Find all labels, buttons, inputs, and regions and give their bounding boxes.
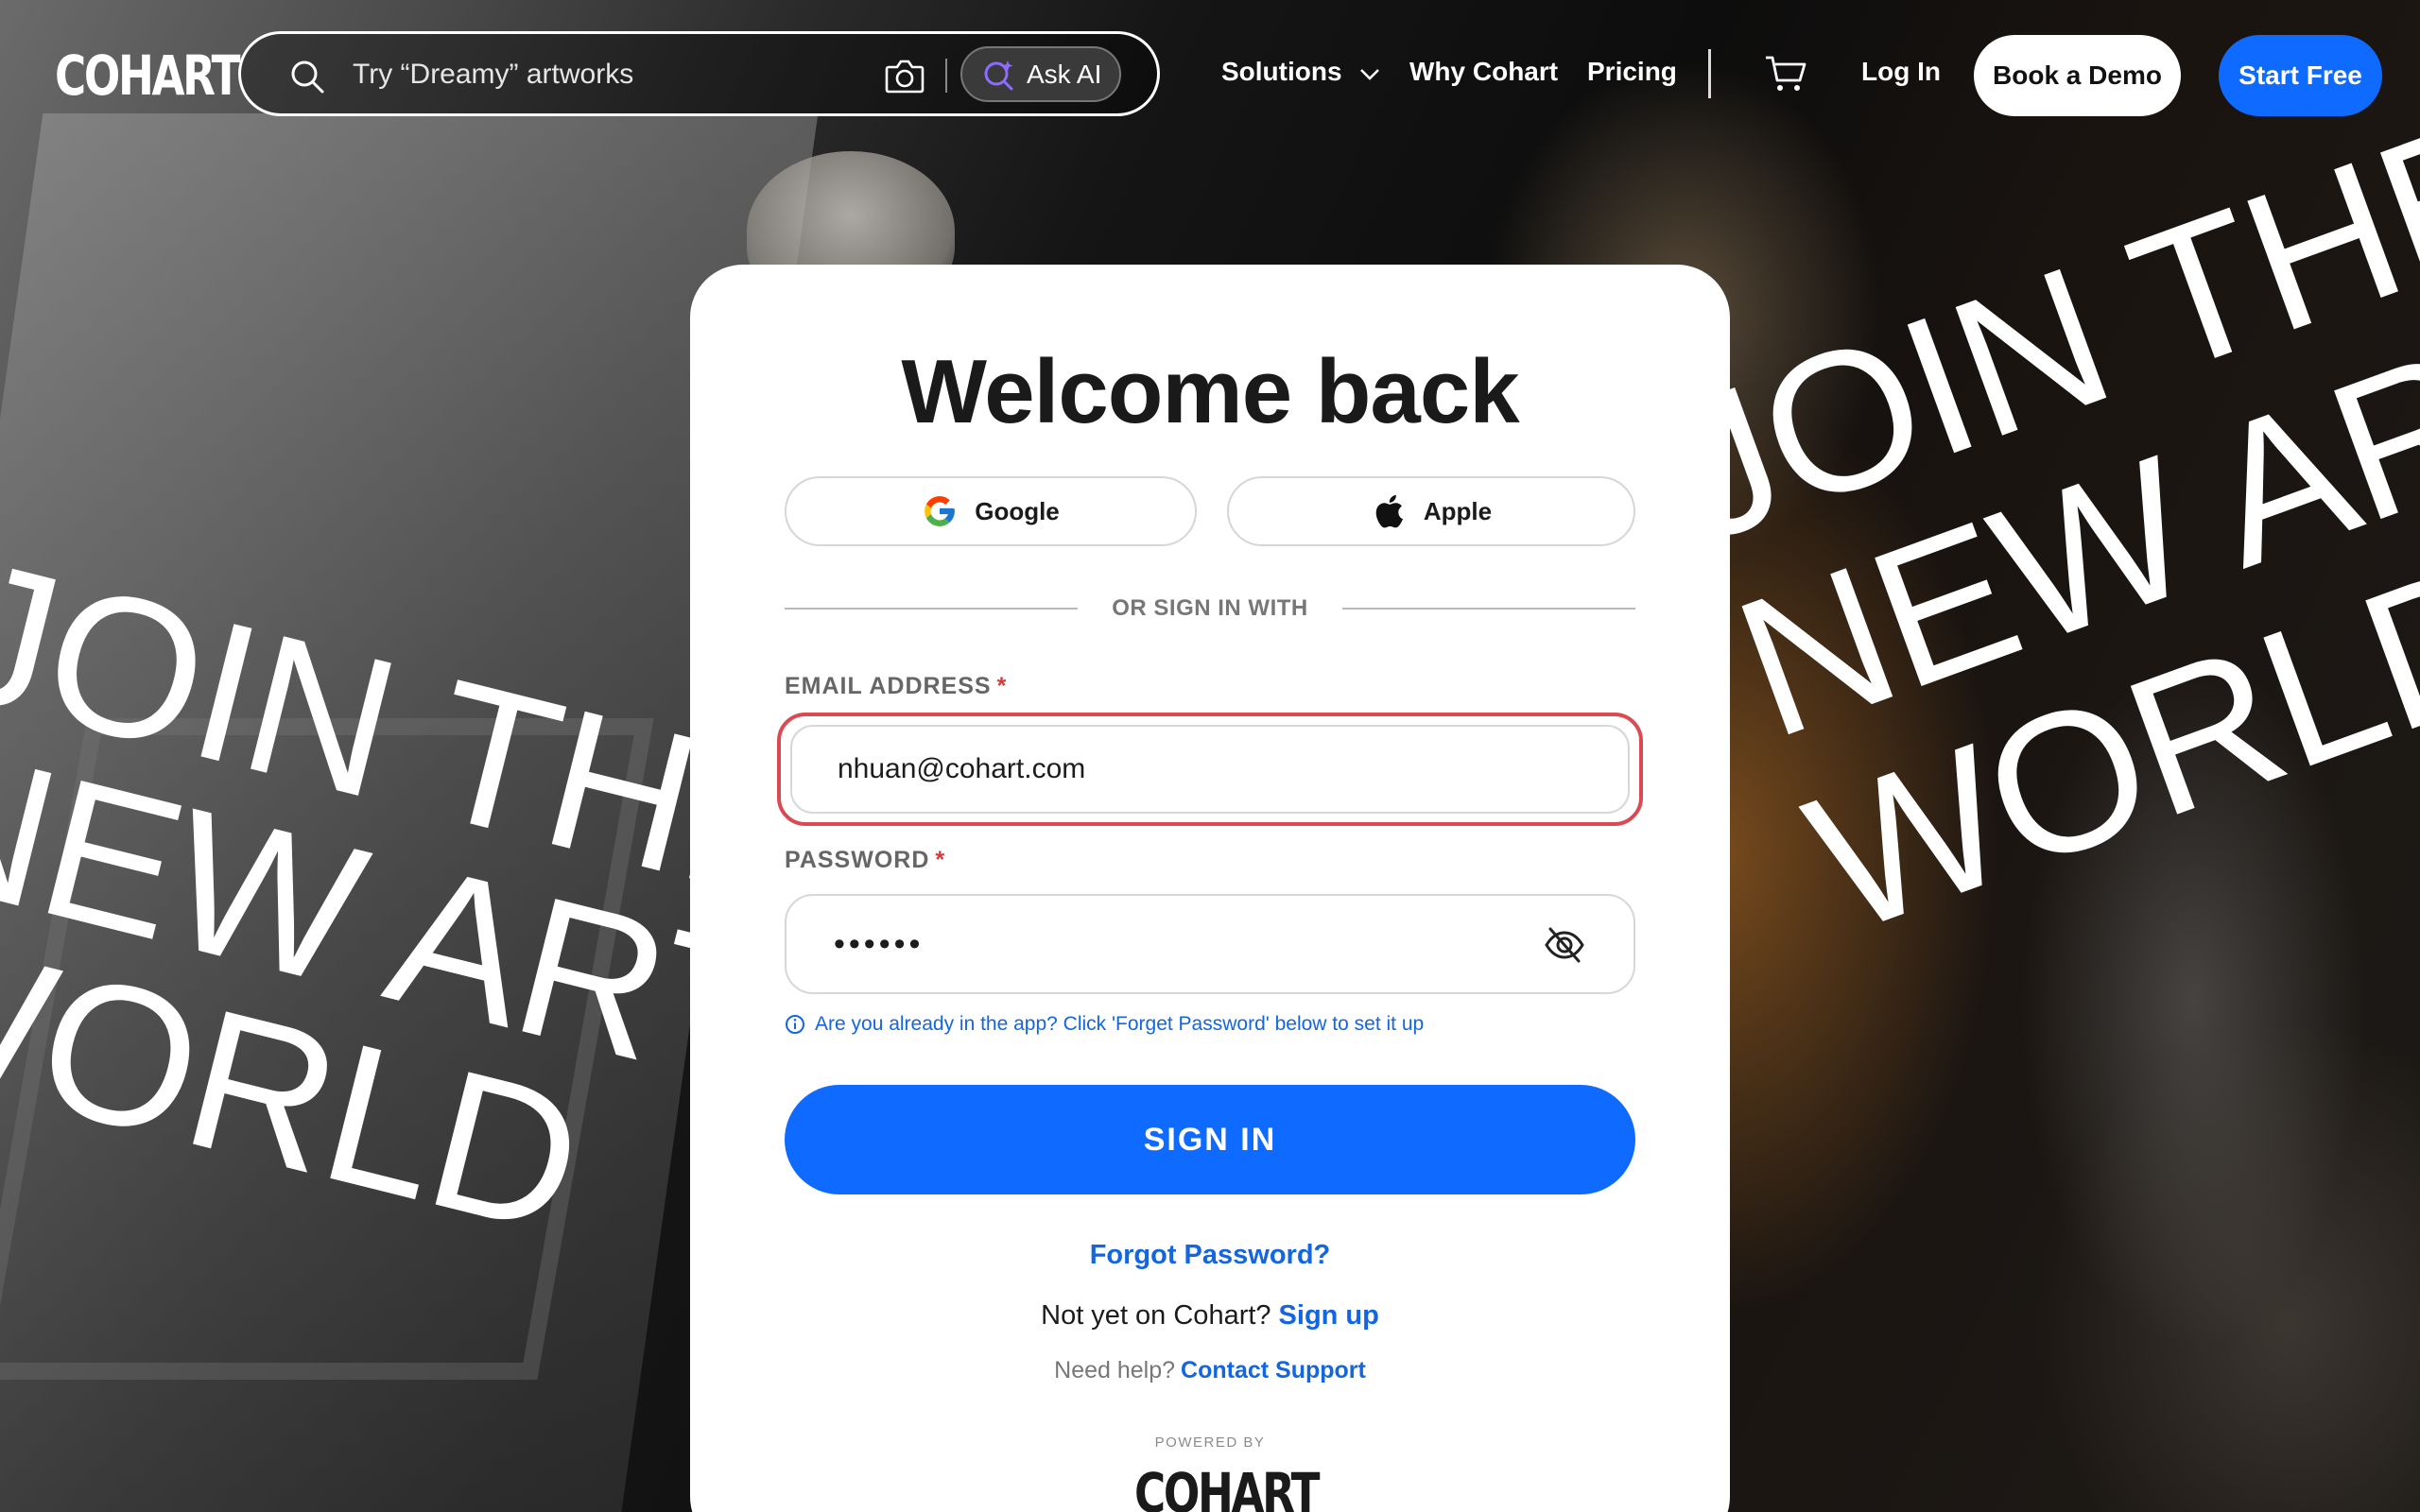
nav-divider (1708, 49, 1711, 98)
search-icon[interactable] (288, 58, 326, 95)
ask-ai-button[interactable]: Ask AI (960, 46, 1121, 102)
password-field[interactable] (785, 894, 1635, 994)
email-label-text: EMAIL ADDRESS (785, 673, 992, 699)
search-input[interactable] (353, 51, 958, 98)
chevron-down-icon (1360, 68, 1380, 80)
powered-by-label: POWERED BY (1154, 1435, 1266, 1451)
nav-solutions-label: Solutions (1221, 57, 1342, 86)
divider-line (785, 608, 1078, 610)
info-icon (786, 1015, 804, 1034)
google-icon (925, 496, 956, 526)
start-free-button[interactable]: Start Free (2219, 35, 2382, 116)
eye-off-icon[interactable] (1543, 923, 1586, 967)
google-signin-button[interactable]: Google (785, 476, 1197, 546)
password-hint: Are you already in the app? Click 'Forge… (785, 1013, 1424, 1036)
apple-icon (1375, 494, 1403, 528)
login-card: Welcome back Google Apple OR SIGN IN WIT… (690, 265, 1730, 1512)
password-label-text: PASSWORD (785, 847, 930, 873)
password-hint-text: Are you already in the app? Click 'Forge… (815, 1013, 1425, 1035)
required-mark: * (935, 847, 946, 873)
page-title: Welcome back (901, 341, 1519, 442)
apple-signin-button[interactable]: Apple (1227, 476, 1635, 546)
camera-icon[interactable] (884, 56, 925, 95)
ask-ai-label: Ask AI (1027, 59, 1102, 89)
email-field[interactable] (790, 725, 1630, 814)
search-divider (945, 59, 947, 93)
top-nav: COHART Ask AI Solutions Why Cohart Prici… (0, 0, 2420, 151)
help-prompt: Need help? (1054, 1357, 1176, 1383)
google-label: Google (975, 496, 1060, 525)
contact-support-link[interactable]: Contact Support (1181, 1357, 1366, 1383)
footer-cohart-logo: COHART (1134, 1461, 1320, 1512)
nav-solutions[interactable]: Solutions (1221, 57, 1381, 87)
or-sign-in-with: OR SIGN IN WITH (1112, 595, 1308, 621)
divider-line (1342, 608, 1635, 610)
nav-login[interactable]: Log In (1861, 57, 1941, 87)
email-label: EMAIL ADDRESS * (785, 673, 1007, 700)
password-label: PASSWORD * (785, 847, 945, 874)
help-row: Need help? Contact Support (690, 1357, 1730, 1384)
signup-link[interactable]: Sign up (1279, 1300, 1379, 1331)
cohart-logo[interactable]: COHART (55, 43, 240, 108)
email-focus-ring (777, 713, 1643, 826)
nav-why-cohart[interactable]: Why Cohart (1409, 57, 1558, 87)
search-bar[interactable]: Ask AI (238, 31, 1160, 116)
book-demo-button[interactable]: Book a Demo (1974, 35, 2181, 116)
sign-in-button[interactable]: SIGN IN (785, 1085, 1635, 1194)
apple-label: Apple (1423, 496, 1493, 525)
signup-prompt: Not yet on Cohart? (1041, 1300, 1271, 1331)
required-mark: * (996, 673, 1008, 699)
signup-row: Not yet on Cohart? Sign up (690, 1300, 1730, 1332)
nav-pricing[interactable]: Pricing (1587, 57, 1677, 87)
sparkle-search-icon (984, 60, 1013, 90)
cart-icon[interactable] (1764, 53, 1807, 94)
forgot-password-link[interactable]: Forgot Password? (690, 1240, 1730, 1271)
